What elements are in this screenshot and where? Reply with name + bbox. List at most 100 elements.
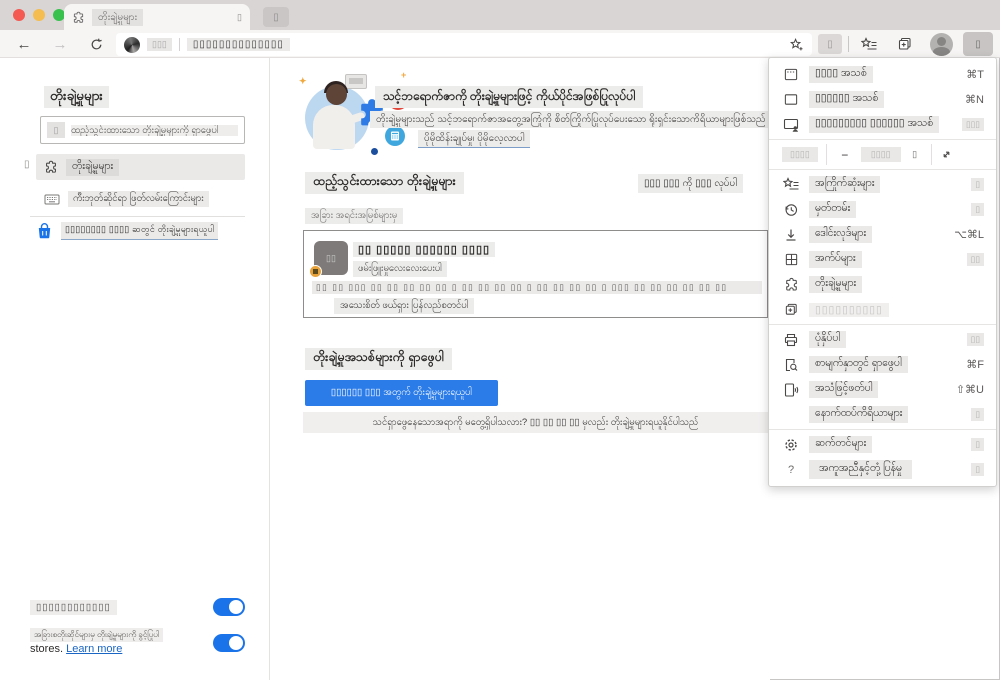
menu-zoom-row: ▯▯▯▯ − ▯▯▯▯ ▯ (769, 142, 996, 167)
menu-item-favorites[interactable]: အကြိုက်ဆုံးများ ▯ (769, 172, 996, 197)
sidebar-title: တိုးချဲ့မှုများ (44, 86, 109, 108)
footer-note: သင်ရှာဖွေနေသောအရာကို မတွေ့ရှိပါသလား? ▯▯ … (303, 412, 768, 433)
extension-description: ▯▯ ▯▯ ▯▯▯ ▯▯ ▯▯ ▯▯ ▯▯ ▯▯ ▯ ▯▯ ▯▯ ▯▯ ▯▯ ▯… (312, 281, 762, 294)
menu-shortcut: ▯ (971, 438, 984, 451)
person-body (313, 105, 355, 149)
menu-item-label: မှတ်တမ်း (809, 201, 857, 218)
menu-item-extensions[interactable]: တိုးချဲ့မှုများ (769, 272, 996, 297)
zoom-out-button[interactable]: − (835, 148, 855, 162)
puzzle-icon (782, 276, 800, 293)
refresh-button[interactable] (84, 33, 108, 55)
menu-item-help-and-feedback[interactable]: ? အကူအညီနှင့်တုံ့ပြန်မှု ▯ (769, 457, 996, 482)
person-head (326, 84, 347, 105)
get-extensions-button[interactable]: ▯▯▯▯▯▯ ▯▯▯ အတွက် တိုးချဲ့မှုများရယူပါ (305, 380, 498, 406)
allow-other-stores-toggle[interactable] (213, 634, 245, 652)
add-favorite-button[interactable] (789, 37, 804, 52)
menu-item-label: အကြိုက်ဆုံးများ (809, 176, 881, 193)
fullscreen-button[interactable] (940, 148, 953, 161)
sparkle-icon: + (401, 70, 407, 80)
sidebar-item-keyboard-shortcuts[interactable]: ကီးဘုတ်ဆိုင်ရာ ဖြတ်လမ်းကြောင်းများ (36, 188, 245, 210)
collections-button[interactable] (892, 33, 918, 55)
avatar-head (937, 37, 946, 46)
menu-shortcut: ⌘F (966, 359, 984, 371)
menu-item-read-aloud[interactable]: အသံဖြင့်ဖတ်ပါ ⇧⌘U (769, 377, 996, 402)
view-control[interactable]: ▯▯▯ ▯▯▯ ကို ▯▯▯ လုပ်ပါ (638, 174, 743, 193)
collections-icon (898, 37, 911, 50)
keyboard-icon (44, 194, 60, 204)
menu-item-label: ▯▯▯▯▯▯▯▯▯ ▯▯▯▯▯▯ အသစ် (809, 116, 940, 133)
menu-item-new-inprivate-window[interactable]: ▯▯▯▯▯▯▯▯▯ ▯▯▯▯▯▯ အသစ် ▯▯▯ (769, 112, 996, 137)
tab-close-icon[interactable]: ▯ (237, 12, 242, 23)
address-bar[interactable]: ▯▯▯ ▯▯▯▯▯▯▯▯▯▯▯▯▯▯ (116, 33, 812, 56)
print-icon (782, 331, 800, 348)
sidebar-divider (30, 216, 245, 217)
forward-button: → (52, 35, 68, 53)
menu-item-apps[interactable]: အက်ပ်များ ▯▯ (769, 247, 996, 272)
sidebar-item-extensions[interactable]: တိုးချဲ့မှုများ (36, 154, 245, 180)
sidebar-item-get-extensions[interactable]: ▯▯▯▯▯▯▯▯ ▯▯▯▯ ဆတွင် တိုးချဲ့မှုများရယူပါ (36, 222, 248, 240)
profile-avatar[interactable] (930, 33, 953, 56)
settings-and-more-button[interactable]: ▯ (963, 32, 993, 56)
toolbar-divider (848, 36, 849, 52)
menu-item-print[interactable]: ပုံနှိပ်ပါ ▯▯ (769, 327, 996, 352)
menu-item-more-tools[interactable]: နောက်ထပ်ကိရိယာများ ▯ (769, 402, 996, 427)
menu-item-history[interactable]: မှတ်တမ်း ▯ (769, 197, 996, 222)
menu-item-settings[interactable]: ဆက်တင်များ ▯ (769, 432, 996, 457)
search-box[interactable]: ▯ (40, 116, 245, 144)
menu-item-new-tab[interactable]: ▯▯▯▯ အသစ် ⌘T (769, 62, 996, 87)
toggle-knob (229, 636, 243, 650)
site-label: ▯▯▯ (147, 38, 172, 51)
menu-item-label: ဆက်တင်များ (809, 436, 873, 453)
menu-divider (769, 429, 996, 430)
hero-learn-more-link[interactable]: ပိုမိုထိန်းချုပ်မှု၊ ပိုမိုလေ့လာပါ (418, 130, 531, 148)
laptop-icon (345, 74, 367, 89)
menu-item-new-window[interactable]: ▯▯▯▯▯▯ အသစ် ⌘N (769, 87, 996, 112)
submenu-arrow: ▯ (971, 463, 984, 476)
new-tab-button[interactable]: ▯ (263, 7, 289, 27)
extension-toolbar-button[interactable]: ▯ (818, 34, 842, 54)
menu-divider (769, 139, 996, 140)
browser-tab[interactable]: တိုးချဲ့မှုများ ▯ (64, 4, 250, 30)
find-on-page-icon (782, 356, 800, 373)
url-text: ▯▯▯▯▯▯▯▯▯▯▯▯▯▯ (186, 38, 290, 51)
menu-item-collections[interactable]: ▯▯▯▯▯▯▯▯▯▯ (769, 297, 996, 322)
menu-item-label: ▯▯▯▯ အသစ် (809, 66, 873, 83)
get-extensions-link[interactable]: ▯▯▯▯▯▯▯▯ ▯▯▯▯ ဆတွင် တိုးချဲ့မှုများရယူပါ (61, 222, 219, 240)
back-button[interactable]: ← (12, 33, 36, 55)
favorites-list-icon (860, 36, 876, 50)
zoom-value: ▯▯▯▯ (860, 147, 901, 162)
menu-item-label: တိုးချဲ့မှုများ (809, 276, 863, 293)
browser-menu: ▯▯▯▯ အသစ် ⌘T ▯▯▯▯▯▯ အသစ် ⌘N ▯▯▯▯▯▯▯▯▯ ▯▯… (768, 57, 997, 487)
question-mark-icon: ? (787, 463, 795, 476)
menu-shortcut: ⇧⌘U (955, 384, 984, 396)
selection-marker: ▯ (24, 159, 30, 170)
dot-icon (369, 146, 380, 157)
menu-item-label: နောက်ထပ်ကိရိယာများ (809, 406, 909, 423)
more-tools-icon (782, 406, 800, 423)
zoom-divider (930, 144, 932, 165)
sidebar-item-label: ကီးဘုတ်ဆိုင်ရာ ဖြတ်လမ်းကြောင်းများ (68, 191, 209, 207)
developer-mode-toggle[interactable] (213, 598, 245, 616)
allow-other-stores-label-line2: stores. Learn more (30, 643, 122, 655)
extension-title: ▯▯ ▯▯▯▯▯ ▯▯▯▯▯▯ ▯▯▯▯ (353, 242, 496, 257)
sparkle-icon: ✦ (299, 76, 307, 86)
menu-shortcut: ▯▯ (966, 333, 984, 346)
minimize-window-button[interactable] (33, 9, 45, 21)
search-input[interactable] (71, 124, 238, 136)
extension-card: ▯▯ ▯▯ ▯▯▯▯▯ ▯▯▯▯▯▯ ▯▯▯▯ ဖမ်းဖြူးမှုလေးလေ… (303, 230, 768, 318)
edge-logo-icon (124, 36, 140, 53)
menu-item-find-on-page[interactable]: စာမျက်နှာတွင် ရှာဖွေပါ ⌘F (769, 352, 996, 377)
close-window-button[interactable] (13, 9, 25, 21)
extension-actions[interactable]: အသေးစိတ် ဖယ်ရှား ပြန်လည်စတင်ပါ (334, 298, 475, 314)
menu-item-label: ပုံနှိပ်ပါ (809, 331, 847, 348)
learn-more-link[interactable]: Learn more (66, 643, 122, 655)
puzzle-icon (46, 160, 56, 173)
collections-icon (782, 301, 800, 318)
favorites-bar-button[interactable] (856, 33, 882, 55)
extensions-page: ✦ + သင့်ဘရောက်ဇာကို တိုးချဲ့မှုများဖြင့်… (270, 58, 770, 680)
menu-item-label: အသံဖြင့်ဖတ်ပါ (809, 381, 879, 398)
menu-item-downloads[interactable]: ဒေါင်းလုဒ်များ ⌥⌘L (769, 222, 996, 247)
history-icon (782, 201, 800, 218)
zoom-in-button[interactable]: ▯ (907, 149, 923, 160)
tab-title: တိုးချဲ့မှုများ (92, 8, 144, 26)
